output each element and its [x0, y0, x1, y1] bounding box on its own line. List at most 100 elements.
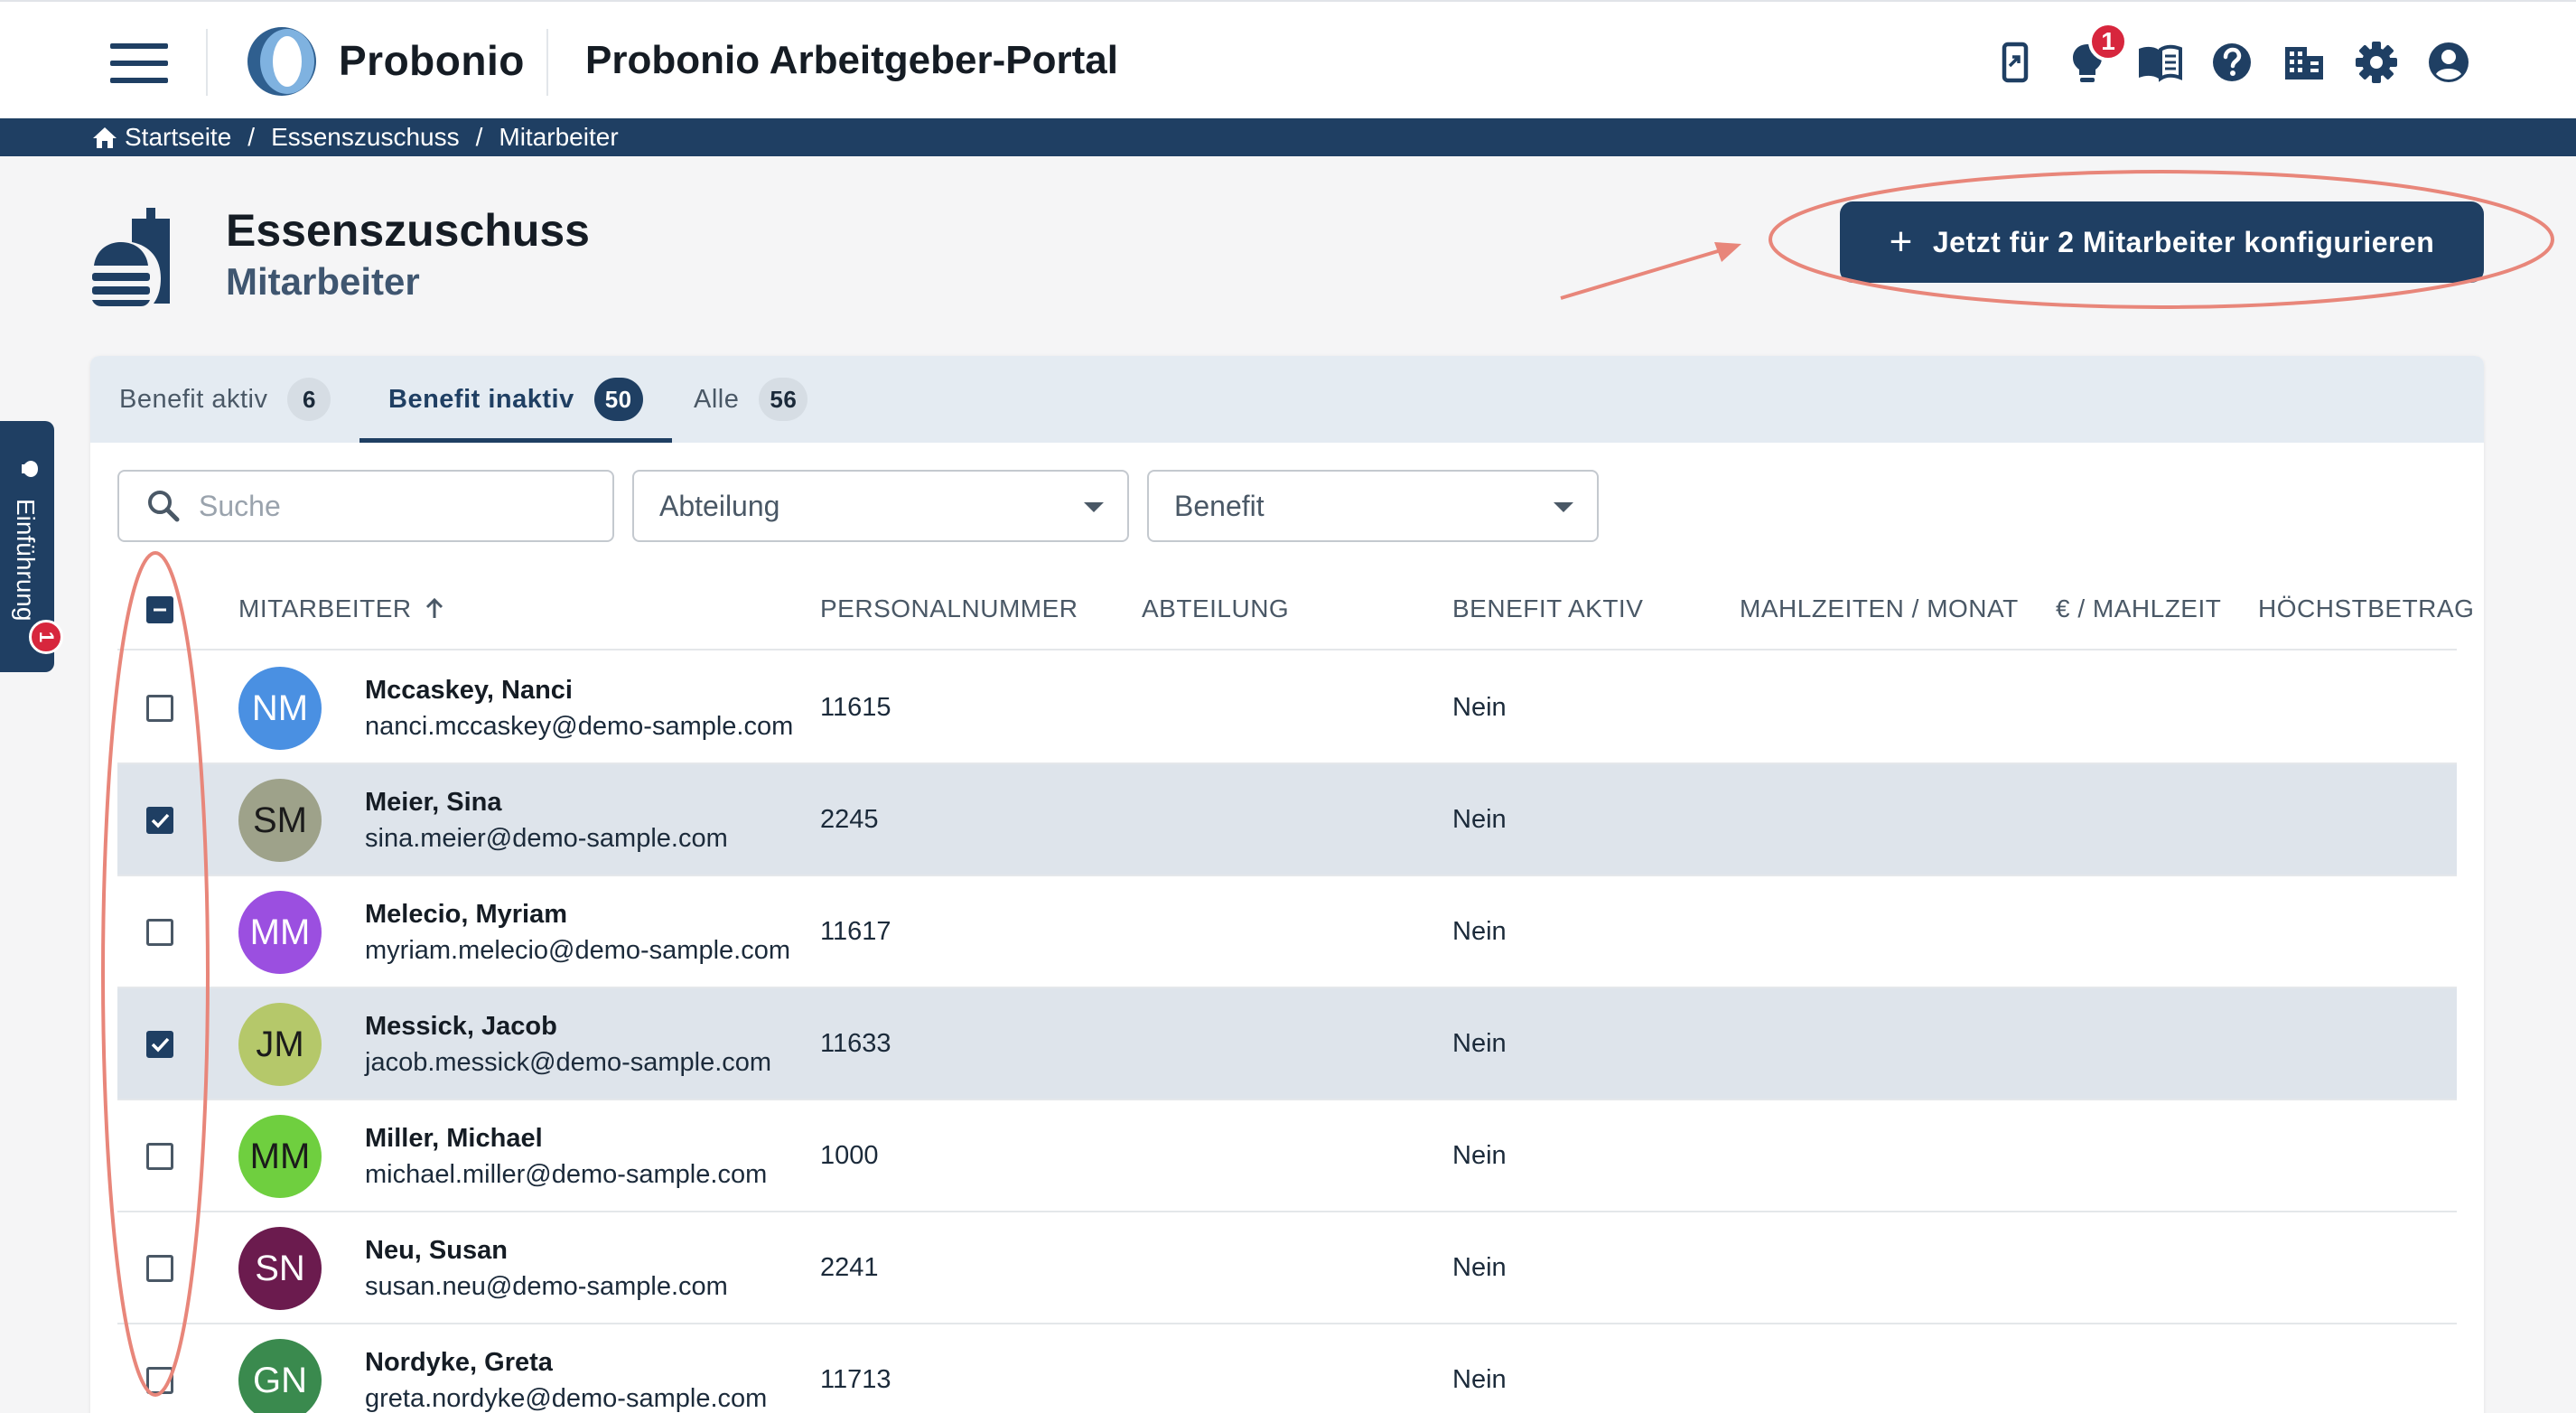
chevron-down-icon	[1554, 502, 1573, 512]
configure-employees-button[interactable]: + Jetzt für 2 Mitarbeiter konfigurieren	[1840, 201, 2484, 283]
tab-benefit-aktiv[interactable]: Benefit aktiv 6	[119, 356, 331, 443]
employee-personalnummer: 11615	[820, 693, 891, 722]
account-icon[interactable]	[2424, 38, 2473, 87]
row-checkbox[interactable]	[146, 919, 173, 946]
row-checkbox[interactable]	[146, 1143, 173, 1170]
employee-name: Mccaskey, Nanci	[365, 676, 573, 705]
column-header-hoechstbetrag[interactable]: HÖCHSTBETRAG	[2258, 594, 2474, 623]
table-row[interactable]: SN Neu, Susan susan.neu@demo-sample.com 224…	[117, 1212, 2457, 1324]
search-icon	[148, 491, 180, 522]
table-header: MITARBEITER PERSONALNUMMER ABTEILUNG BEN…	[117, 567, 2474, 650]
table-row[interactable]: JM Messick, Jacob jacob.messick@demo-sampl…	[117, 988, 2457, 1100]
avatar: SM	[238, 779, 322, 862]
checkmark-icon	[151, 1037, 170, 1053]
avatar: JM	[238, 1003, 322, 1086]
tab-count-badge: 56	[759, 378, 808, 421]
avatar: GN	[238, 1339, 322, 1413]
food-subsidy-icon	[92, 208, 170, 306]
select-all-checkbox[interactable]	[146, 596, 173, 623]
annotation-arrow	[1560, 244, 1737, 300]
employee-benefit-aktiv: Nein	[1452, 1141, 1507, 1170]
employee-name: Melecio, Myriam	[365, 900, 568, 929]
mobile-share-icon[interactable]	[1991, 38, 2039, 87]
configure-button-label: Jetzt für 2 Mitarbeiter konfigurieren	[1932, 225, 2435, 258]
benefit-select-value: Benefit	[1174, 489, 1265, 522]
employee-personalnummer: 2245	[820, 805, 879, 834]
row-checkbox[interactable]	[146, 695, 173, 722]
row-checkbox[interactable]	[146, 1367, 173, 1394]
probonio-logo	[247, 27, 316, 96]
avatar: SN	[238, 1227, 322, 1310]
search-input[interactable]	[199, 489, 542, 523]
row-checkbox[interactable]	[146, 1031, 173, 1058]
tab-count-badge: 6	[287, 378, 331, 421]
annotation-arrowhead	[1714, 242, 1741, 262]
tab-benefit-inaktiv[interactable]: Benefit inaktiv 50	[359, 356, 672, 443]
tab-count-badge: 50	[593, 378, 643, 421]
table-row[interactable]: MM Melecio, Myriam myriam.melecio@demo-sam…	[117, 876, 2457, 988]
top-app-bar: Probonio Probonio Arbeitgeber-Portal 1	[0, 0, 2576, 118]
employee-name: Miller, Michael	[365, 1124, 543, 1153]
divider	[546, 29, 548, 96]
benefit-select[interactable]: Benefit	[1147, 470, 1599, 542]
table-row[interactable]: NM Mccaskey, Nanci nanci.mccaskey@demo-sam…	[117, 652, 2457, 764]
department-select[interactable]: Abteilung	[632, 470, 1129, 542]
breadcrumb-separator: /	[475, 123, 483, 151]
page-subtitle: Mitarbeiter	[226, 260, 420, 303]
onboarding-label: Einführung	[12, 499, 40, 622]
breadcrumb-startseite[interactable]: Startseite	[125, 123, 231, 152]
chevron-down-icon	[1084, 502, 1104, 512]
column-header-benefit-aktiv[interactable]: BENEFIT AKTIV	[1452, 594, 1643, 623]
employee-name: Messick, Jacob	[365, 1012, 557, 1041]
employee-email: greta.nordyke@demo-sample.com	[365, 1384, 768, 1413]
notification-badge: 1	[2088, 22, 2128, 61]
employee-name: Nordyke, Greta	[365, 1348, 553, 1377]
employee-benefit-aktiv: Nein	[1452, 1365, 1507, 1394]
column-header-mahlzeiten-monat[interactable]: MAHLZEITEN / MONAT	[1740, 594, 2019, 623]
employee-email: sina.meier@demo-sample.com	[365, 824, 728, 853]
table-row[interactable]: GN Nordyke, Greta greta.nordyke@demo-sampl…	[117, 1324, 2457, 1413]
table-row[interactable]: SM Meier, Sina sina.meier@demo-sample.com 2…	[117, 764, 2457, 876]
divider	[206, 29, 208, 96]
help-icon[interactable]	[2207, 38, 2256, 87]
employee-personalnummer: 11633	[820, 1029, 891, 1058]
employee-benefit-aktiv: Nein	[1452, 1029, 1507, 1058]
column-header-euro-pro-mahlzeit[interactable]: € / MAHLZEIT	[2056, 594, 2221, 623]
gear-icon[interactable]	[2352, 38, 2401, 87]
table-row[interactable]: MM Miller, Michael michael.miller@demo-sam…	[117, 1100, 2457, 1212]
hamburger-menu-icon[interactable]	[110, 43, 168, 83]
book-icon[interactable]	[2135, 38, 2184, 87]
tab-alle[interactable]: Alle 56	[694, 356, 808, 443]
employee-email: jacob.messick@demo-sample.com	[365, 1048, 772, 1077]
search-field[interactable]	[117, 470, 614, 542]
row-checkbox[interactable]	[146, 807, 173, 834]
employee-benefit-aktiv: Nein	[1452, 1253, 1507, 1282]
breadcrumb-mitarbeiter: Mitarbeiter	[499, 123, 619, 151]
employee-email: michael.miller@demo-sample.com	[365, 1160, 768, 1189]
plus-icon: +	[1889, 220, 1913, 264]
employee-personalnummer: 11713	[820, 1365, 891, 1394]
avatar: MM	[238, 1115, 322, 1198]
home-icon[interactable]	[92, 126, 117, 149]
column-header-mitarbeiter[interactable]: MITARBEITER	[238, 594, 446, 623]
brand-name: Probonio	[339, 37, 525, 84]
employee-card: Benefit aktiv 6 Benefit inaktiv 50 Alle …	[90, 356, 2484, 1413]
column-header-abteilung[interactable]: ABTEILUNG	[1142, 594, 1289, 623]
lightbulb-icon	[22, 461, 38, 477]
breadcrumb-separator: /	[247, 123, 256, 151]
employee-benefit-aktiv: Nein	[1452, 917, 1507, 946]
employee-personalnummer: 2241	[820, 1253, 879, 1282]
checkmark-icon	[151, 813, 170, 828]
building-icon[interactable]	[2280, 38, 2329, 87]
column-header-personalnummer[interactable]: PERSONALNUMMER	[820, 594, 1078, 623]
employee-name: Meier, Sina	[365, 788, 502, 817]
row-checkbox[interactable]	[146, 1255, 173, 1282]
onboarding-side-tab[interactable]: Einführung 1	[0, 421, 63, 672]
employee-benefit-aktiv: Nein	[1452, 693, 1507, 722]
employee-personalnummer: 11617	[820, 917, 891, 946]
breadcrumb-essenszuschuss[interactable]: Essenszuschuss	[271, 123, 460, 152]
tab-label: Alle	[694, 384, 740, 414]
portal-title: Probonio Arbeitgeber-Portal	[585, 38, 1118, 82]
tab-label: Benefit aktiv	[119, 384, 268, 414]
employee-email: myriam.melecio@demo-sample.com	[365, 936, 790, 965]
